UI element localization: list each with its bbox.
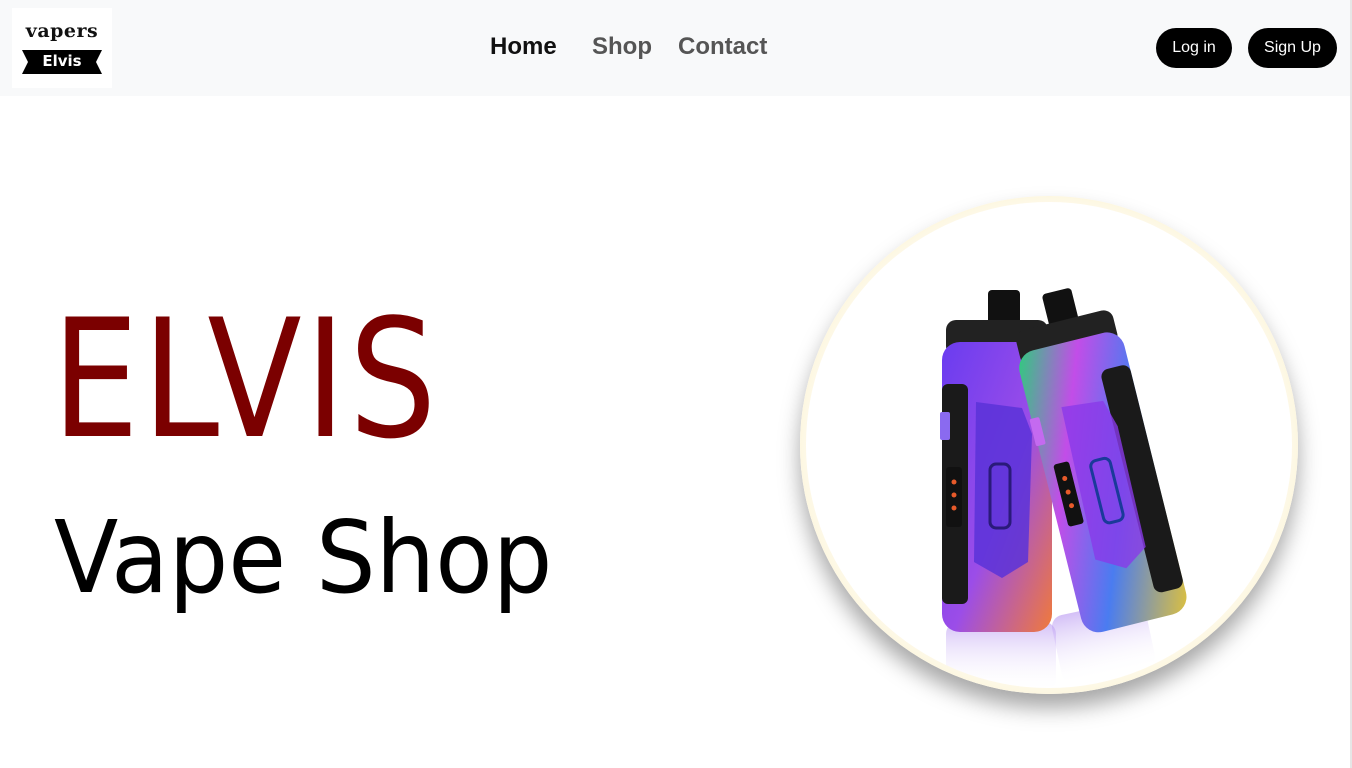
hero-title: ELVIS — [52, 284, 440, 475]
nav-link-shop[interactable]: Shop — [592, 31, 652, 63]
nav-link-contact[interactable]: Contact — [678, 31, 767, 63]
vape-device-product-image — [806, 202, 1292, 688]
hero-subtitle: Vape Shop — [54, 499, 553, 616]
login-button[interactable]: Log in — [1156, 28, 1232, 68]
hero-image-circle — [800, 196, 1298, 694]
nav-link-home[interactable]: Home — [490, 31, 557, 63]
brand-logo[interactable]: vapers Elvis — [12, 8, 112, 88]
top-navbar: vapers Elvis Home Shop Contact Log in Si… — [0, 0, 1352, 96]
logo-wordmark-bottom: Elvis — [42, 52, 82, 70]
signup-button[interactable]: Sign Up — [1248, 28, 1337, 68]
logo-wordmark-top: vapers — [25, 20, 99, 42]
